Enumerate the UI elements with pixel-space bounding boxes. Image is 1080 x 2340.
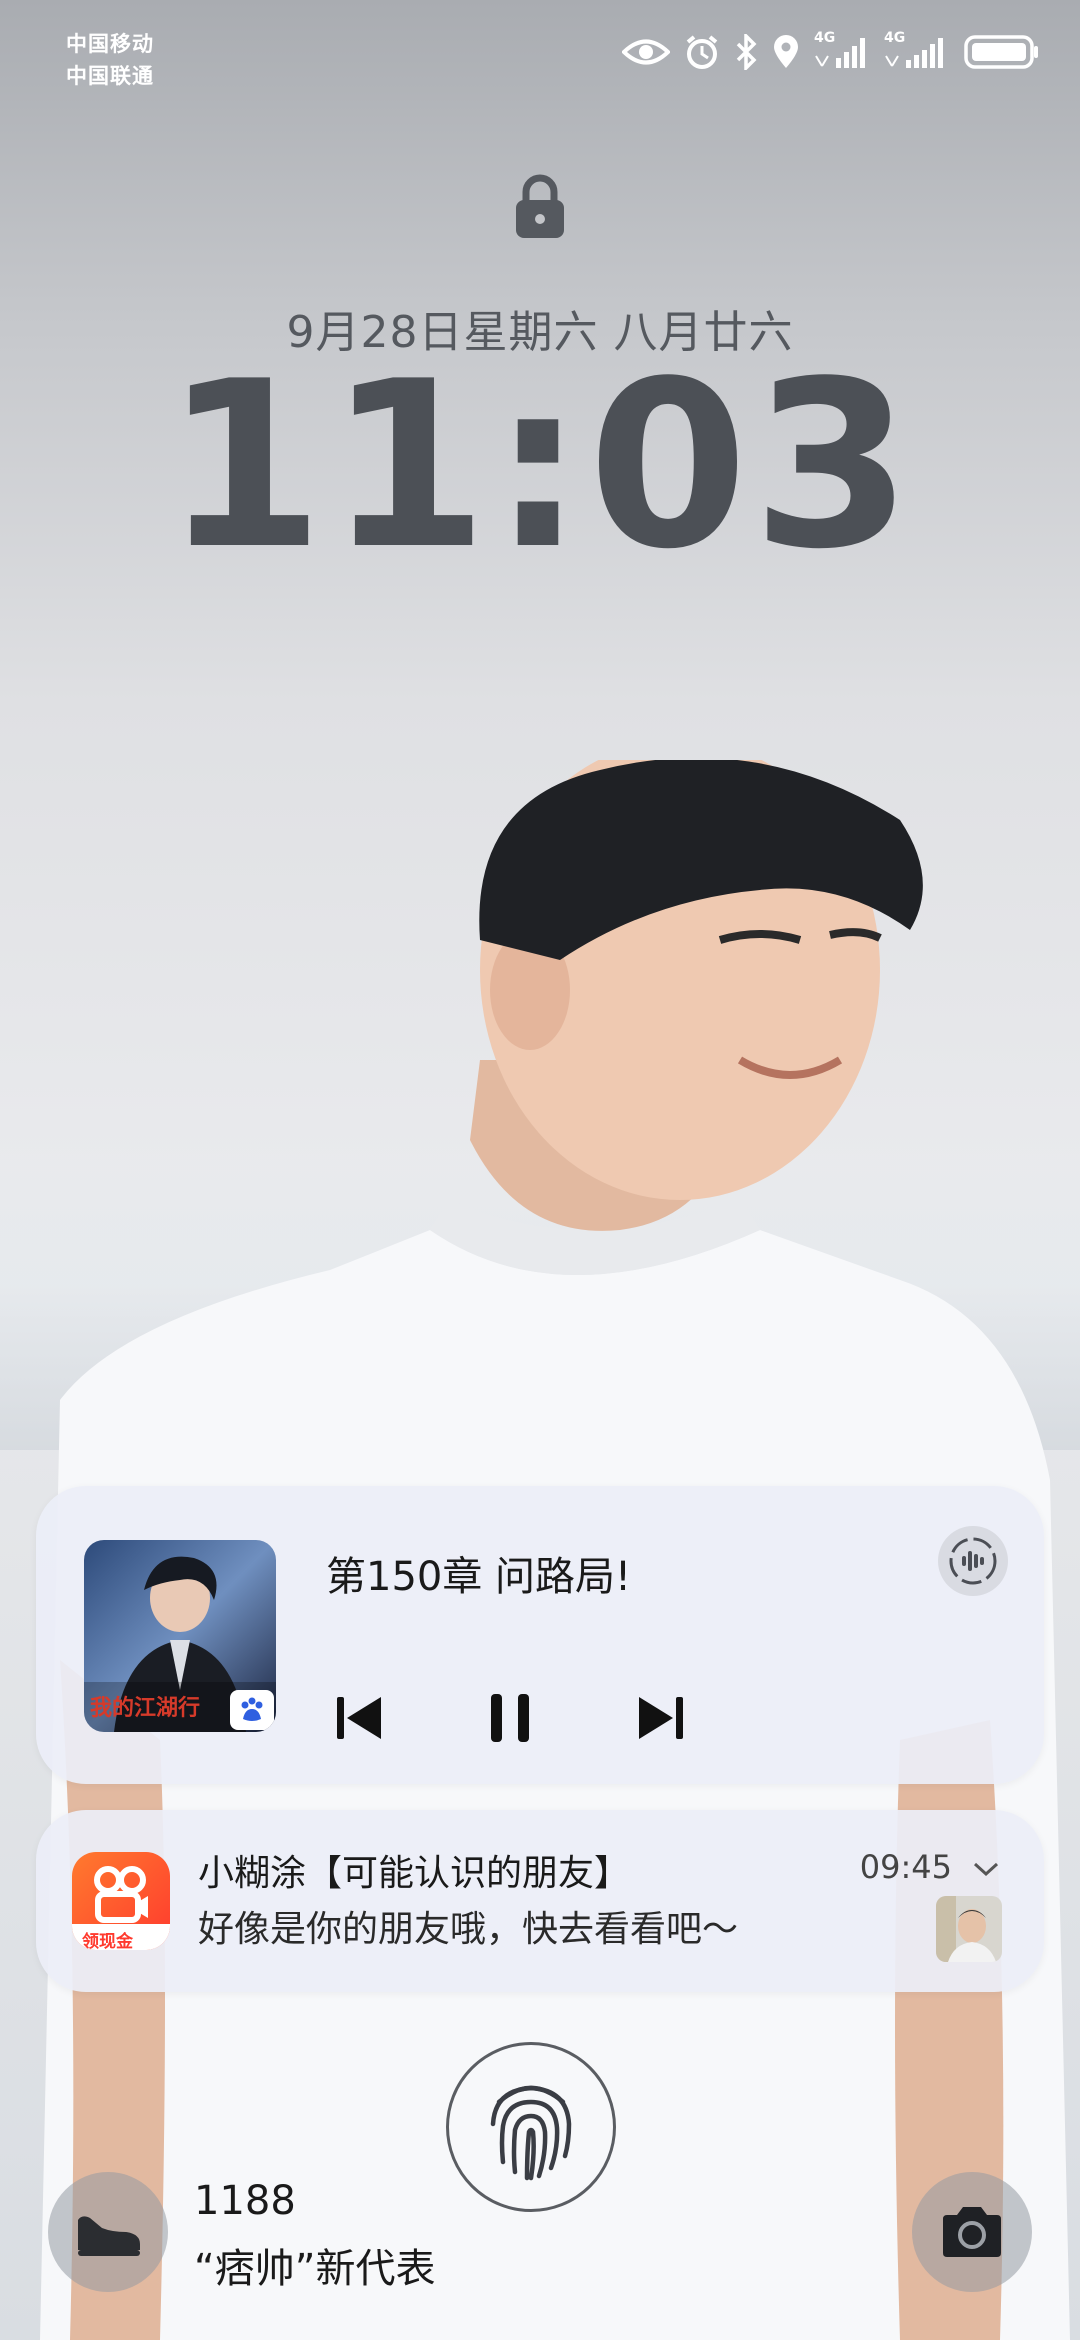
signal-2: 4G bbox=[884, 30, 950, 70]
baidu-badge bbox=[230, 1690, 274, 1730]
signal-icon bbox=[885, 38, 943, 68]
pause-button[interactable] bbox=[470, 1678, 550, 1758]
album-cover[interactable]: 我的江湖行 bbox=[84, 1540, 276, 1732]
audio-output-icon bbox=[949, 1537, 997, 1585]
carrier-labels: 中国移动 中国联通 bbox=[66, 28, 154, 92]
media-player-card[interactable]: 我的江湖行 第150章 问路局! bbox=[36, 1486, 1044, 1784]
step-count: 1188 bbox=[194, 2178, 296, 2224]
notification-body: 好像是你的朋友哦，快去看看吧～ bbox=[198, 1909, 739, 1950]
app-badge: 领现金 bbox=[82, 1932, 133, 1950]
status-icons: 4G 4G bbox=[622, 30, 1040, 70]
signal-icon bbox=[815, 38, 865, 68]
skip-previous-icon bbox=[337, 1697, 381, 1739]
paw-icon bbox=[241, 1697, 263, 1721]
bluetooth-icon bbox=[736, 34, 757, 70]
lock-time: 11:03 bbox=[163, 333, 917, 600]
skip-next-icon bbox=[639, 1697, 683, 1739]
status-bar: 中国移动 中国联通 4G 4G bbox=[0, 0, 1080, 120]
carrier-2: 中国联通 bbox=[66, 64, 154, 88]
camera-icon bbox=[943, 2207, 1001, 2257]
audio-output-button[interactable] bbox=[938, 1526, 1008, 1596]
signal-1: 4G bbox=[814, 30, 870, 70]
avatar bbox=[936, 1896, 1002, 1962]
location-icon bbox=[774, 35, 798, 68]
chevron-down-icon[interactable] bbox=[972, 1860, 1000, 1878]
previous-button[interactable] bbox=[320, 1678, 400, 1758]
fingerprint-icon bbox=[490, 2085, 572, 2181]
alarm-icon bbox=[686, 35, 718, 69]
app-icon: 领现金 bbox=[72, 1852, 170, 1950]
next-button[interactable] bbox=[620, 1678, 700, 1758]
notification-title: 小糊涂【可能认识的朋友】 bbox=[198, 1853, 631, 1894]
lock-icon bbox=[516, 174, 564, 238]
cover-title: 我的江湖行 bbox=[90, 1695, 201, 1721]
eye-icon bbox=[622, 39, 670, 65]
battery-icon bbox=[964, 35, 1038, 69]
fingerprint-sensor[interactable] bbox=[446, 2042, 616, 2212]
avatar-image bbox=[936, 1896, 1002, 1962]
track-title: 第150章 问路局! bbox=[326, 1554, 632, 1600]
shoe-icon bbox=[78, 2216, 140, 2256]
carrier-1: 中国移动 bbox=[66, 32, 154, 56]
notification-card[interactable]: 领现金 小糊涂【可能认识的朋友】 好像是你的朋友哦，快去看看吧～ 09:45 bbox=[36, 1810, 1044, 1992]
pause-icon bbox=[491, 1694, 529, 1742]
notification-time: 09:45 bbox=[859, 1848, 952, 1886]
steps-shortcut-button[interactable] bbox=[48, 2172, 168, 2292]
camera-shortcut-button[interactable] bbox=[912, 2172, 1032, 2292]
wallpaper-caption: “痞帅”新代表 bbox=[194, 2246, 436, 2292]
